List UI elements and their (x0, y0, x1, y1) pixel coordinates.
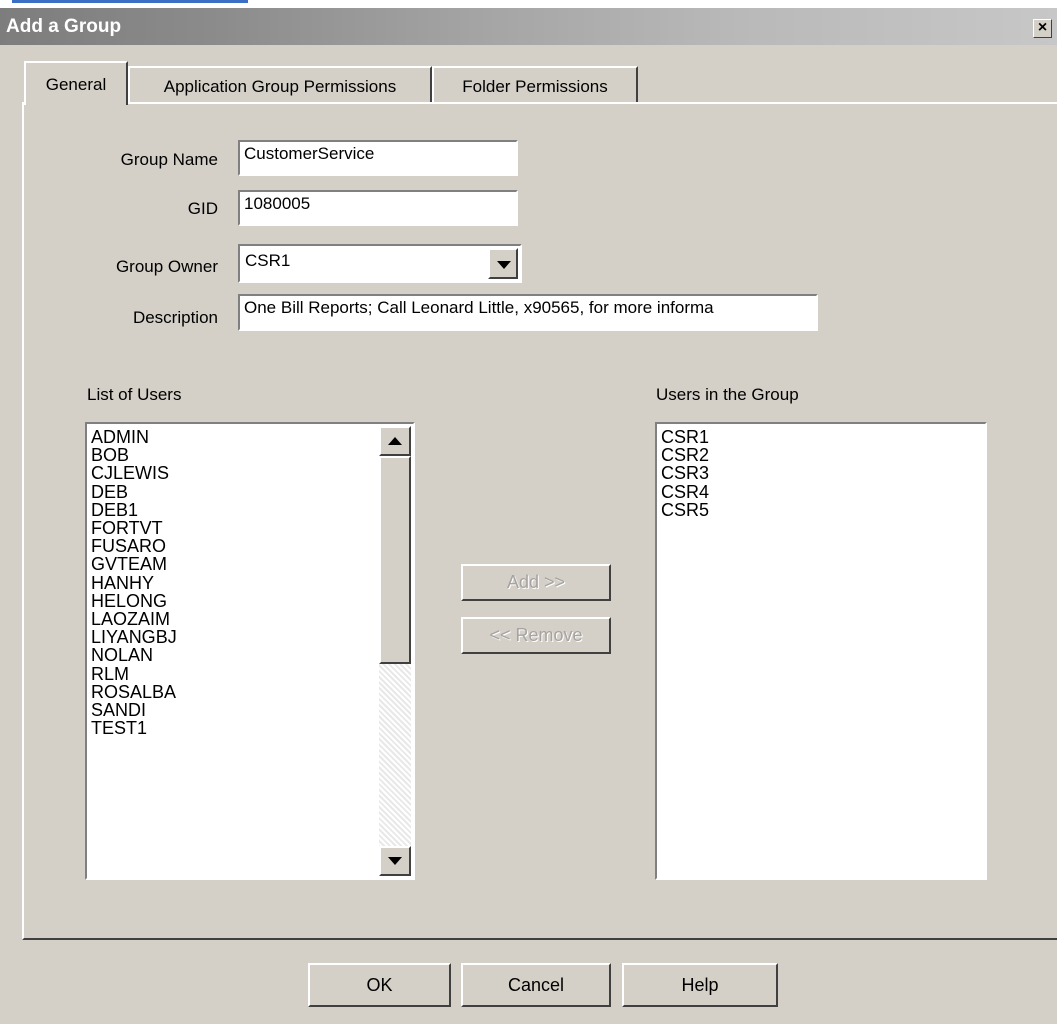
group-owner-label: Group Owner (115, 257, 218, 276)
list-of-users-label: List of Users (87, 385, 182, 404)
list-item[interactable]: CSR3 (661, 464, 709, 482)
group-owner-dropdown[interactable]: CSR1 (238, 244, 522, 283)
list-item[interactable]: CJLEWIS (91, 464, 177, 482)
top-strip (0, 0, 1057, 8)
list-item[interactable]: BOB (91, 446, 177, 464)
scrollbar-thumb[interactable] (379, 456, 411, 664)
list-item[interactable]: CSR5 (661, 501, 709, 519)
list-item[interactable]: CSR4 (661, 482, 709, 501)
users-in-group-label: Users in the Group (656, 385, 799, 404)
list-item[interactable]: CSR2 (661, 446, 709, 464)
scroll-down-arrow-icon[interactable] (379, 846, 411, 876)
list-item[interactable]: NOLAN (91, 646, 177, 664)
users-in-group-listbox[interactable]: CSR1 CSR2 CSR3 CSR4 CSR5 (655, 422, 987, 880)
list-item[interactable]: CSR1 (661, 428, 709, 446)
cancel-button[interactable]: Cancel (461, 963, 611, 1007)
list-item[interactable]: LAOZAIM (91, 610, 177, 628)
close-button[interactable]: × (1033, 19, 1052, 38)
list-item[interactable]: FORTVT (91, 519, 177, 537)
list-item[interactable]: ROSALBA (91, 683, 177, 701)
list-item[interactable]: FUSARO (91, 537, 177, 555)
list-item[interactable]: ADMIN (91, 428, 177, 446)
list-item[interactable]: GVTEAM (91, 555, 177, 573)
tab-folder-permissions[interactable]: Folder Permissions (432, 66, 638, 102)
users-in-group-items: CSR1 CSR2 CSR3 CSR4 CSR5 (661, 428, 709, 519)
add-button[interactable]: Add >> (461, 564, 611, 601)
remove-button[interactable]: << Remove (461, 617, 611, 654)
list-of-users-items: ADMIN BOB CJLEWIS DEB DEB1 FORTVT FUSARO… (91, 428, 177, 738)
tab-application-group-permissions[interactable]: Application Group Permissions (128, 66, 432, 102)
group-name-label: Group Name (120, 150, 218, 169)
ok-button[interactable]: OK (308, 963, 451, 1007)
scroll-up-arrow-icon[interactable] (379, 426, 411, 456)
list-item[interactable]: RLM (91, 664, 177, 683)
tab-general[interactable]: General (24, 61, 128, 105)
gid-input[interactable]: 1080005 (238, 190, 518, 226)
description-label: Description (132, 308, 218, 327)
top-link-underline (12, 0, 248, 3)
group-owner-value: CSR1 (245, 251, 291, 270)
title-bar: Add a Group × (0, 8, 1057, 45)
help-button[interactable]: Help (622, 963, 778, 1007)
list-item[interactable]: DEB (91, 482, 177, 501)
list-item[interactable]: TEST1 (91, 719, 177, 737)
list-item[interactable]: SANDI (91, 701, 177, 719)
description-input[interactable]: One Bill Reports; Call Leonard Little, x… (238, 294, 818, 331)
list-of-users-listbox[interactable]: ADMIN BOB CJLEWIS DEB DEB1 FORTVT FUSARO… (85, 422, 415, 880)
group-name-input[interactable]: CustomerService (238, 140, 518, 176)
list-item[interactable]: HELONG (91, 592, 177, 610)
gid-label: GID (187, 199, 218, 218)
list-item[interactable]: DEB1 (91, 501, 177, 519)
list-item[interactable]: LIYANGBJ (91, 628, 177, 646)
list-item[interactable]: HANHY (91, 573, 177, 592)
window-title: Add a Group (6, 16, 122, 37)
chevron-down-icon[interactable] (488, 248, 518, 279)
vertical-scrollbar[interactable] (379, 426, 411, 876)
